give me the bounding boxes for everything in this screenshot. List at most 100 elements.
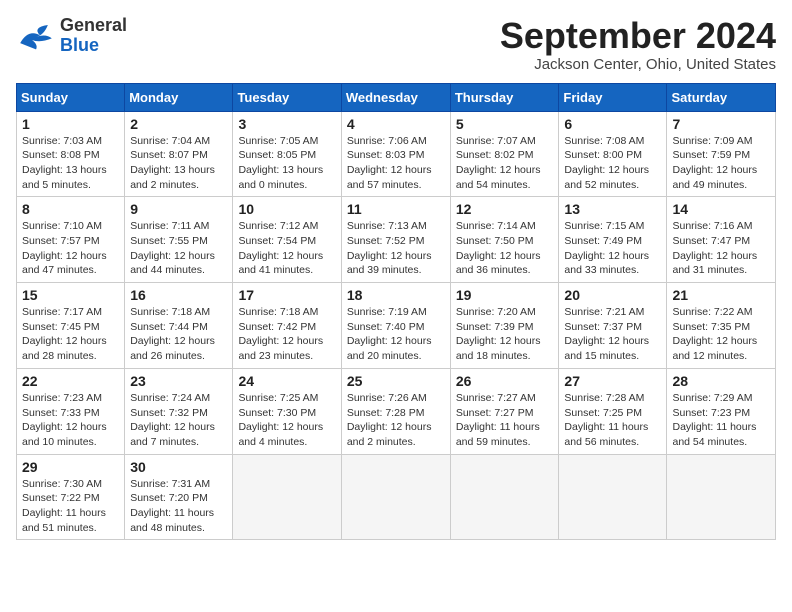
calendar-cell <box>559 454 667 540</box>
day-header-thursday: Thursday <box>450 83 559 111</box>
day-number: 30 <box>130 459 227 475</box>
calendar-cell: 5Sunrise: 7:07 AMSunset: 8:02 PMDaylight… <box>450 111 559 197</box>
day-info: Sunrise: 7:06 AMSunset: 8:03 PMDaylight:… <box>347 134 445 193</box>
day-number: 8 <box>22 201 119 217</box>
day-header-sunday: Sunday <box>17 83 125 111</box>
day-number: 21 <box>672 287 770 303</box>
day-info: Sunrise: 7:24 AMSunset: 7:32 PMDaylight:… <box>130 391 227 450</box>
day-number: 22 <box>22 373 119 389</box>
calendar-cell: 15Sunrise: 7:17 AMSunset: 7:45 PMDayligh… <box>17 283 125 369</box>
day-info: Sunrise: 7:21 AMSunset: 7:37 PMDaylight:… <box>564 305 661 364</box>
day-number: 7 <box>672 116 770 132</box>
title-area: September 2024 Jackson Center, Ohio, Uni… <box>500 16 776 73</box>
logo-blue: Blue <box>60 36 127 56</box>
calendar-cell: 25 Sunrise: 7:26 AMSunset: 7:28 PMDayligh… <box>341 368 450 454</box>
calendar-cell: 2 Sunrise: 7:04 AMSunset: 8:07 PMDaylight… <box>125 111 233 197</box>
day-number: 13 <box>564 201 661 217</box>
day-info: Sunrise: 7:25 AMSunset: 7:30 PMDaylight:… <box>238 391 335 450</box>
day-number: 29 <box>22 459 119 475</box>
location: Jackson Center, Ohio, United States <box>500 56 776 73</box>
day-number: 19 <box>456 287 554 303</box>
calendar-body: 1 Sunrise: 7:03 AMSunset: 8:08 PMDaylight… <box>17 111 776 540</box>
day-number: 24 <box>238 373 335 389</box>
logo-bird-icon <box>16 21 56 51</box>
day-number: 11 <box>347 201 445 217</box>
calendar-cell: 26Sunrise: 7:27 AMSunset: 7:27 PMDayligh… <box>450 368 559 454</box>
day-header-friday: Friday <box>559 83 667 111</box>
calendar-cell: 3 Sunrise: 7:05 AMSunset: 8:05 PMDaylight… <box>233 111 341 197</box>
calendar-cell: 23 Sunrise: 7:24 AMSunset: 7:32 PMDayligh… <box>125 368 233 454</box>
calendar-cell: 14 Sunrise: 7:16 AMSunset: 7:47 PMDayligh… <box>667 197 776 283</box>
calendar-cell <box>233 454 341 540</box>
day-info: Sunrise: 7:16 AMSunset: 7:47 PMDaylight:… <box>672 219 770 278</box>
calendar-table: SundayMondayTuesdayWednesdayThursdayFrid… <box>16 83 776 541</box>
logo: General Blue <box>16 16 127 56</box>
day-number: 10 <box>238 201 335 217</box>
day-info: Sunrise: 7:28 AMSunset: 7:25 PMDaylight:… <box>564 391 661 450</box>
day-info: Sunrise: 7:10 AMSunset: 7:57 PMDaylight:… <box>22 219 119 278</box>
logo-text: General Blue <box>60 16 127 56</box>
week-row-4: 22 Sunrise: 7:23 AMSunset: 7:33 PMDayligh… <box>17 368 776 454</box>
calendar-cell: 24 Sunrise: 7:25 AMSunset: 7:30 PMDayligh… <box>233 368 341 454</box>
day-number: 3 <box>238 116 335 132</box>
calendar-cell <box>667 454 776 540</box>
day-header-tuesday: Tuesday <box>233 83 341 111</box>
day-number: 2 <box>130 116 227 132</box>
day-number: 20 <box>564 287 661 303</box>
calendar-cell: 18Sunrise: 7:19 AMSunset: 7:40 PMDayligh… <box>341 283 450 369</box>
day-info: Sunrise: 7:26 AMSunset: 7:28 PMDaylight:… <box>347 391 445 450</box>
day-info: Sunrise: 7:08 AMSunset: 8:00 PMDaylight:… <box>564 134 661 193</box>
day-number: 23 <box>130 373 227 389</box>
day-info: Sunrise: 7:07 AMSunset: 8:02 PMDaylight:… <box>456 134 554 193</box>
calendar-cell <box>450 454 559 540</box>
day-header-wednesday: Wednesday <box>341 83 450 111</box>
day-number: 18 <box>347 287 445 303</box>
day-info: Sunrise: 7:05 AMSunset: 8:05 PMDaylight:… <box>238 134 335 193</box>
day-info: Sunrise: 7:18 AMSunset: 7:42 PMDaylight:… <box>238 305 335 364</box>
calendar-cell: 11 Sunrise: 7:13 AMSunset: 7:52 PMDayligh… <box>341 197 450 283</box>
day-number: 27 <box>564 373 661 389</box>
calendar-cell: 9Sunrise: 7:11 AMSunset: 7:55 PMDaylight… <box>125 197 233 283</box>
day-of-week-row: SundayMondayTuesdayWednesdayThursdayFrid… <box>17 83 776 111</box>
day-info: Sunrise: 7:30 AMSunset: 7:22 PMDaylight:… <box>22 477 119 536</box>
day-info: Sunrise: 7:12 AMSunset: 7:54 PMDaylight:… <box>238 219 335 278</box>
day-info: Sunrise: 7:11 AMSunset: 7:55 PMDaylight:… <box>130 219 227 278</box>
day-number: 28 <box>672 373 770 389</box>
calendar-cell: 28 Sunrise: 7:29 AMSunset: 7:23 PMDayligh… <box>667 368 776 454</box>
day-number: 16 <box>130 287 227 303</box>
day-info: Sunrise: 7:04 AMSunset: 8:07 PMDaylight:… <box>130 134 227 193</box>
week-row-3: 15Sunrise: 7:17 AMSunset: 7:45 PMDayligh… <box>17 283 776 369</box>
week-row-1: 1 Sunrise: 7:03 AMSunset: 8:08 PMDaylight… <box>17 111 776 197</box>
header: General Blue September 2024 Jackson Cent… <box>16 16 776 73</box>
day-info: Sunrise: 7:13 AMSunset: 7:52 PMDaylight:… <box>347 219 445 278</box>
day-number: 4 <box>347 116 445 132</box>
day-info: Sunrise: 7:20 AMSunset: 7:39 PMDaylight:… <box>456 305 554 364</box>
day-number: 1 <box>22 116 119 132</box>
calendar-cell: 16Sunrise: 7:18 AMSunset: 7:44 PMDayligh… <box>125 283 233 369</box>
day-info: Sunrise: 7:15 AMSunset: 7:49 PMDaylight:… <box>564 219 661 278</box>
calendar-cell: 7 Sunrise: 7:09 AMSunset: 7:59 PMDaylight… <box>667 111 776 197</box>
day-number: 14 <box>672 201 770 217</box>
logo-general: General <box>60 16 127 36</box>
calendar-cell: 1 Sunrise: 7:03 AMSunset: 8:08 PMDaylight… <box>17 111 125 197</box>
day-info: Sunrise: 7:03 AMSunset: 8:08 PMDaylight:… <box>22 134 119 193</box>
day-header-monday: Monday <box>125 83 233 111</box>
calendar-cell: 21 Sunrise: 7:22 AMSunset: 7:35 PMDayligh… <box>667 283 776 369</box>
day-info: Sunrise: 7:23 AMSunset: 7:33 PMDaylight:… <box>22 391 119 450</box>
calendar-cell: 4 Sunrise: 7:06 AMSunset: 8:03 PMDaylight… <box>341 111 450 197</box>
calendar-cell: 10 Sunrise: 7:12 AMSunset: 7:54 PMDayligh… <box>233 197 341 283</box>
day-header-saturday: Saturday <box>667 83 776 111</box>
day-number: 26 <box>456 373 554 389</box>
day-info: Sunrise: 7:22 AMSunset: 7:35 PMDaylight:… <box>672 305 770 364</box>
month-title: September 2024 <box>500 16 776 56</box>
calendar-cell: 19 Sunrise: 7:20 AMSunset: 7:39 PMDayligh… <box>450 283 559 369</box>
day-number: 17 <box>238 287 335 303</box>
week-row-2: 8 Sunrise: 7:10 AMSunset: 7:57 PMDaylight… <box>17 197 776 283</box>
day-info: Sunrise: 7:09 AMSunset: 7:59 PMDaylight:… <box>672 134 770 193</box>
day-info: Sunrise: 7:29 AMSunset: 7:23 PMDaylight:… <box>672 391 770 450</box>
week-row-5: 29 Sunrise: 7:30 AMSunset: 7:22 PMDayligh… <box>17 454 776 540</box>
day-number: 12 <box>456 201 554 217</box>
calendar-cell: 27 Sunrise: 7:28 AMSunset: 7:25 PMDayligh… <box>559 368 667 454</box>
calendar-cell: 29 Sunrise: 7:30 AMSunset: 7:22 PMDayligh… <box>17 454 125 540</box>
day-number: 25 <box>347 373 445 389</box>
